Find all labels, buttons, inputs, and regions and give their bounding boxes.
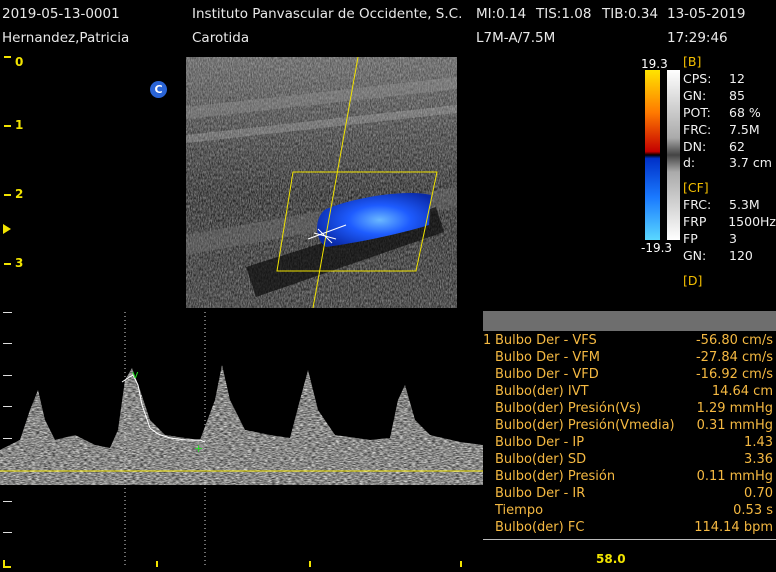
gray-map-bar (667, 70, 680, 240)
thermal-index-bone: TIB:0.34 (602, 6, 659, 22)
param-value: 7.5M (729, 121, 760, 137)
doppler-spectrum[interactable]: v + (0, 310, 483, 568)
velocity-scale (3, 312, 12, 533)
b-mode-svg (186, 57, 457, 308)
measurement-row: Bulbo(der) SD 3.36 (495, 452, 773, 467)
param-value: 5.3M (729, 197, 760, 213)
exam-id: 2019-05-13-0001 (2, 6, 120, 22)
param-key: FRP (683, 214, 707, 230)
depth-ruler: 0 1 2 3 (0, 52, 30, 312)
institution-name: Instituto Panvascular de Occidente, S.C. (192, 6, 463, 22)
color-velocity-bar (645, 70, 660, 240)
param-value: 85 (729, 87, 745, 103)
param-key: GN: (683, 247, 707, 263)
b-mode-section-title: [B] (683, 54, 702, 69)
orientation-marker-icon: C (150, 81, 167, 98)
measurement-row: Tiempo 0.53 s (495, 503, 773, 518)
param-value: 68 % (729, 104, 761, 120)
measurement-row: Bulbo(der) IVT 14.64 cm (495, 384, 773, 399)
b-mode-image[interactable] (186, 57, 457, 308)
measurement-row: Bulbo(der) Presión(Vmedia) 0.31 mmHg (495, 418, 773, 433)
color-flow-section-title: [CF] (683, 180, 709, 196)
param-key: FP (683, 231, 698, 247)
probe-name: L7M-A/7.5M (476, 30, 556, 46)
study-name: Carotida (192, 30, 250, 46)
param-key: FRC: (683, 197, 712, 213)
measurement-row: Bulbo(der) FC 114.14 bpm (495, 520, 773, 535)
param-key: DN: (683, 138, 707, 154)
measurement-row: Bulbo Der - VFD -16.92 cm/s (495, 367, 773, 382)
measurement-row: Bulbo(der) Presión 0.11 mmHg (495, 469, 773, 484)
measurement-row: Bulbo Der - IP 1.43 (495, 435, 773, 450)
measurement-row: Bulbo(der) Presión(Vs) 1.29 mmHg (495, 401, 773, 416)
depth-label-1: 1 (15, 118, 24, 132)
svg-text:v: v (132, 368, 139, 381)
param-value: 1500Hz (728, 214, 776, 230)
param-value: 62 (729, 138, 745, 154)
depth-label-2: 2 (15, 187, 24, 201)
focus-marker-icon[interactable] (3, 224, 11, 234)
param-key: CPS: (683, 70, 712, 86)
color-scale-max: 19.3 (641, 57, 668, 71)
doppler-section-title: [D] (683, 272, 703, 288)
measurement-row: Bulbo Der - VFM -27.84 cm/s (495, 350, 773, 365)
patient-name: Hernandez,Patricia (2, 30, 130, 46)
exam-time: 17:29:46 (667, 30, 728, 46)
param-value: 3 (729, 231, 737, 247)
depth-label-0: 0 (15, 55, 24, 69)
param-key: GN: (683, 87, 707, 103)
spectrum-svg: v + (0, 312, 483, 568)
measurement-row: Bulbo Der - IR 0.70 (495, 486, 773, 501)
param-value: 3.7 cm (729, 155, 772, 171)
param-key: POT: (683, 104, 711, 120)
param-value: 120 (729, 247, 753, 263)
exam-date: 13-05-2019 (667, 6, 746, 22)
depth-label-3: 3 (15, 256, 24, 270)
param-value: 12 (729, 70, 745, 86)
measurement-header-bar (483, 311, 776, 331)
param-key: d: (683, 155, 696, 171)
param-key: FRC: (683, 121, 712, 137)
parameter-panel: [B] CPS: 12 GN: 85 POT: 68 % FRC: 7.5M DN: 62… (683, 54, 776, 290)
svg-text:+: + (194, 442, 203, 455)
thermal-index-soft: TIS:1.08 (536, 6, 592, 22)
measurement-table: 1 Bulbo Der - VFS -56.80 cm/s Bulbo Der - … (483, 333, 776, 537)
color-scale-min: -19.3 (641, 241, 673, 255)
measurement-row: 1 Bulbo Der - VFS -56.80 cm/s (483, 333, 773, 348)
measurement-divider (483, 539, 776, 540)
mechanical-index: MI:0.14 (476, 6, 527, 22)
sweep-speed: 58.0 (596, 552, 626, 566)
